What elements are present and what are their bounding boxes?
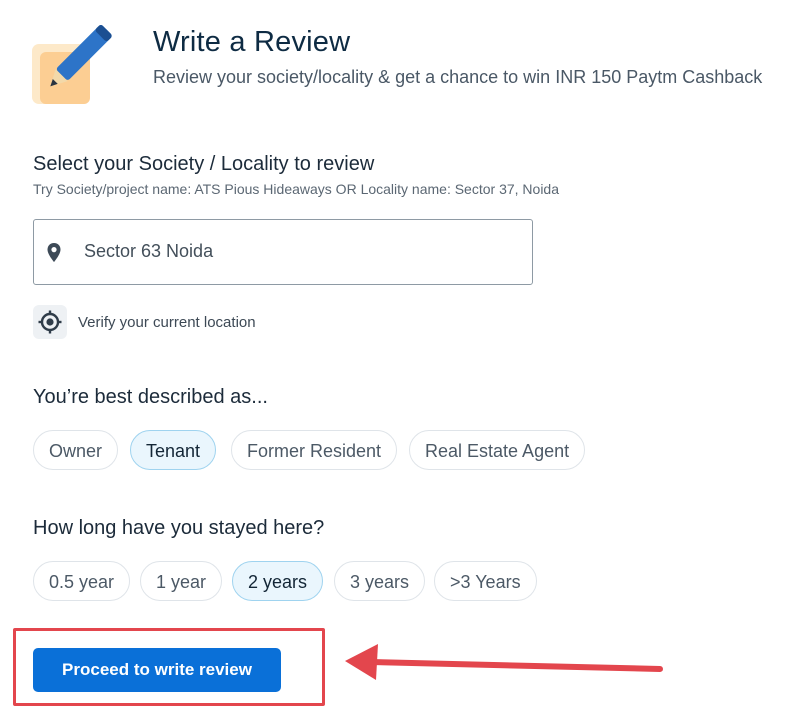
pencil-note-icon (30, 22, 114, 106)
proceed-button[interactable]: Proceed to write review (33, 648, 281, 692)
chip-real-estate-agent[interactable]: Real Estate Agent (409, 430, 586, 470)
chip-former-resident[interactable]: Former Resident (231, 430, 398, 470)
annotation-arrow-icon (340, 640, 670, 690)
chip-half-year[interactable]: 0.5 year (33, 561, 131, 601)
verify-location-label[interactable]: Verify your current location (78, 314, 256, 331)
society-heading: Select your Society / Locality to review (33, 153, 375, 175)
page-title: Write a Review (153, 26, 351, 58)
chip-tenant[interactable]: Tenant (130, 430, 217, 470)
stay-heading: How long have you stayed here? (33, 517, 325, 539)
described-heading: You’re best described as... (33, 386, 268, 408)
chip-3-years[interactable]: 3 years (334, 561, 426, 601)
society-search-value: Sector 63 Noida (84, 241, 214, 261)
chip-2-years[interactable]: 2 years (232, 561, 324, 601)
society-search-input[interactable]: Sector 63 Noida (33, 219, 533, 285)
chip-1-year[interactable]: 1 year (140, 561, 223, 601)
society-hint: Try Society/project name: ATS Pious Hide… (33, 181, 560, 197)
page-subtitle: Review your society/locality & get a cha… (153, 67, 763, 87)
map-pin-icon (46, 243, 62, 263)
crosshair-location-icon (38, 310, 62, 334)
chip-owner[interactable]: Owner (33, 430, 119, 470)
verify-location-button[interactable] (33, 305, 67, 339)
chip-more-than-3-years[interactable]: >3 Years (434, 561, 537, 601)
